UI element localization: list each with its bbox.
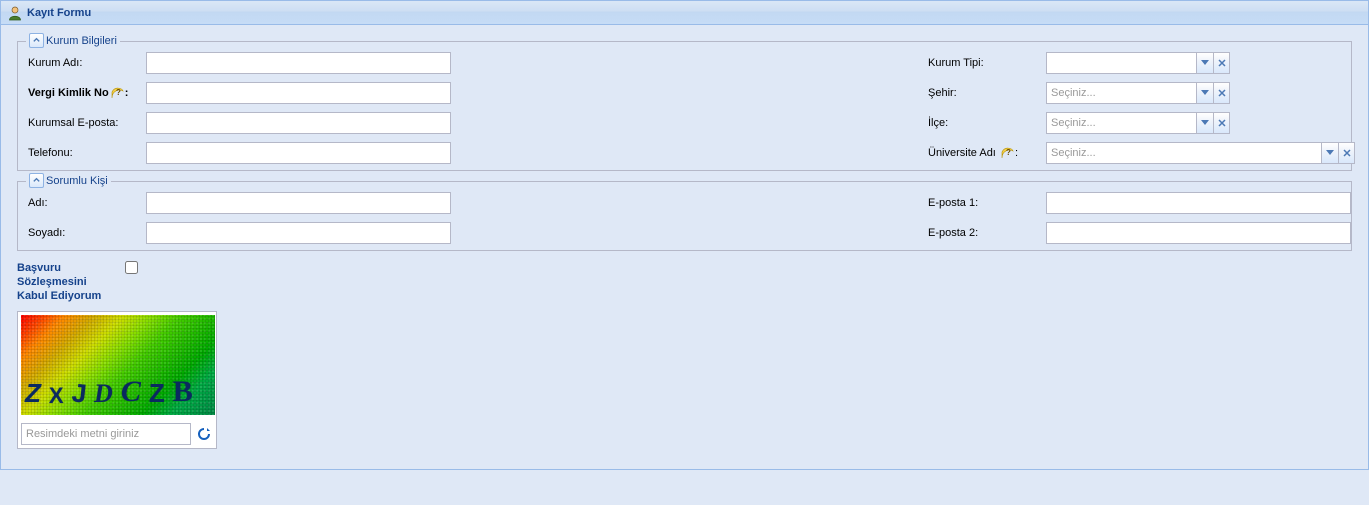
label-ilce: İlçe:: [928, 117, 1046, 129]
user-icon: [7, 5, 23, 21]
captcha-char: J: [70, 377, 88, 409]
input-vergi-kimlik[interactable]: [146, 82, 451, 104]
captcha-char: D: [94, 379, 113, 409]
combo-clear-universite[interactable]: [1338, 142, 1355, 164]
panel-header: Kayıt Formu: [1, 1, 1368, 25]
label-vergi-kimlik-text: Vergi Kimlik No: [28, 87, 109, 99]
help-icon-universite[interactable]: ?: [1001, 146, 1015, 160]
captcha-refresh-icon[interactable]: [195, 425, 213, 443]
label-kurum-adi: Kurum Adı:: [28, 57, 146, 69]
combo-universite[interactable]: [1046, 142, 1321, 164]
input-kurum-adi[interactable]: [146, 52, 451, 74]
input-kurumsal-eposta[interactable]: [146, 112, 451, 134]
label-soyadi: Soyadı:: [28, 227, 146, 239]
captcha-char: X: [49, 383, 64, 409]
combo-trigger-kurum-tipi[interactable]: [1196, 52, 1213, 74]
label-adi: Adı:: [28, 197, 146, 209]
fieldset-kurum-legend: Kurum Bilgileri: [26, 33, 120, 48]
combo-sehir[interactable]: [1046, 82, 1196, 104]
combo-ilce[interactable]: [1046, 112, 1196, 134]
fieldset-sorumlu: Sorumlu Kişi Adı: Soyadı: E-posta 1:: [17, 181, 1352, 251]
panel-title: Kayıt Formu: [27, 7, 91, 19]
combo-clear-sehir[interactable]: [1213, 82, 1230, 104]
fieldset-kurum-title: Kurum Bilgileri: [46, 35, 117, 47]
combo-trigger-universite[interactable]: [1321, 142, 1338, 164]
agreement-link[interactable]: Başvuru Sözleşmesini Kabul Ediyorum: [17, 261, 117, 303]
captcha-image: Z X J D C Z B: [21, 315, 215, 415]
input-eposta1[interactable]: [1046, 192, 1351, 214]
collapse-toggle-kurum[interactable]: [29, 33, 44, 48]
fieldset-sorumlu-legend: Sorumlu Kişi: [26, 173, 111, 188]
fieldset-kurum: Kurum Bilgileri Kurum Adı: Vergi Kimlik …: [17, 41, 1352, 171]
label-kurumsal-eposta: Kurumsal E-posta:: [28, 117, 146, 129]
label-universite: Üniversite Adı ? :: [928, 146, 1046, 160]
label-vergi-kimlik: Vergi Kimlik No ? :: [28, 86, 146, 100]
svg-text:?: ?: [1006, 148, 1011, 157]
input-adi[interactable]: [146, 192, 451, 214]
panel-body: Kurum Bilgileri Kurum Adı: Vergi Kimlik …: [1, 25, 1368, 469]
combo-kurum-tipi[interactable]: [1046, 52, 1196, 74]
captcha-char: Z: [149, 378, 165, 409]
label-kurum-tipi: Kurum Tipi:: [928, 57, 1046, 69]
help-icon[interactable]: ?: [111, 86, 125, 100]
fieldset-sorumlu-title: Sorumlu Kişi: [46, 175, 108, 187]
registration-panel: Kayıt Formu Kurum Bilgileri Kurum Adı:: [0, 0, 1369, 470]
captcha-char: Z: [25, 378, 41, 409]
agreement-checkbox[interactable]: [125, 261, 138, 274]
label-sehir: Şehir:: [928, 87, 1046, 99]
collapse-toggle-sorumlu[interactable]: [29, 173, 44, 188]
label-eposta2: E-posta 2:: [928, 227, 1046, 239]
input-telefon[interactable]: [146, 142, 451, 164]
label-universite-text: Üniversite Adı: [928, 147, 996, 159]
label-telefon: Telefonu:: [28, 147, 146, 159]
captcha-input[interactable]: [21, 423, 191, 445]
input-soyadi[interactable]: [146, 222, 451, 244]
captcha-char: B: [173, 375, 193, 409]
captcha-char: C: [121, 375, 141, 409]
agreement-block: Başvuru Sözleşmesini Kabul Ediyorum: [17, 261, 217, 303]
svg-text:?: ?: [116, 88, 121, 97]
captcha-box: Z X J D C Z B: [17, 311, 217, 449]
input-eposta2[interactable]: [1046, 222, 1351, 244]
combo-clear-ilce[interactable]: [1213, 112, 1230, 134]
label-eposta1: E-posta 1:: [928, 197, 1046, 209]
combo-trigger-ilce[interactable]: [1196, 112, 1213, 134]
combo-trigger-sehir[interactable]: [1196, 82, 1213, 104]
combo-clear-kurum-tipi[interactable]: [1213, 52, 1230, 74]
